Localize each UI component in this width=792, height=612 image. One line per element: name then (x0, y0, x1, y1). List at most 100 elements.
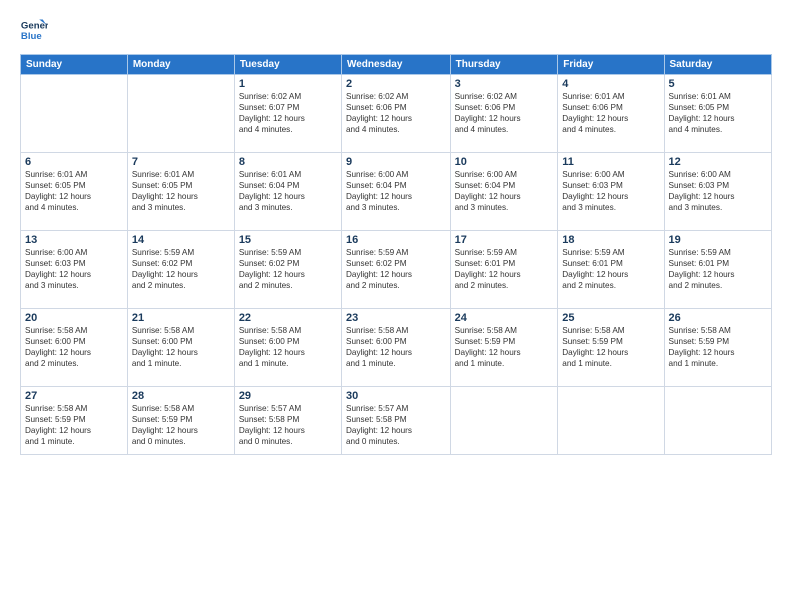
week-row-4: 20Sunrise: 5:58 AMSunset: 6:00 PMDayligh… (21, 309, 772, 387)
day-info: Sunrise: 5:58 AMSunset: 6:00 PMDaylight:… (239, 325, 337, 369)
header: General Blue (20, 16, 772, 44)
calendar-cell (127, 75, 234, 153)
day-number: 22 (239, 312, 337, 324)
page: General Blue SundayMondayTuesdayWednesda… (0, 0, 792, 612)
header-day-saturday: Saturday (664, 55, 771, 75)
day-info: Sunrise: 6:01 AMSunset: 6:06 PMDaylight:… (562, 91, 659, 135)
day-info: Sunrise: 5:59 AMSunset: 6:02 PMDaylight:… (346, 247, 446, 291)
day-info: Sunrise: 6:01 AMSunset: 6:05 PMDaylight:… (25, 169, 123, 213)
day-info: Sunrise: 6:00 AMSunset: 6:03 PMDaylight:… (25, 247, 123, 291)
calendar-cell: 24Sunrise: 5:58 AMSunset: 5:59 PMDayligh… (450, 309, 558, 387)
calendar-cell: 3Sunrise: 6:02 AMSunset: 6:06 PMDaylight… (450, 75, 558, 153)
day-info: Sunrise: 6:00 AMSunset: 6:04 PMDaylight:… (346, 169, 446, 213)
day-number: 24 (455, 312, 554, 324)
calendar-cell: 12Sunrise: 6:00 AMSunset: 6:03 PMDayligh… (664, 153, 771, 231)
day-number: 27 (25, 390, 123, 402)
calendar-cell: 1Sunrise: 6:02 AMSunset: 6:07 PMDaylight… (234, 75, 341, 153)
day-info: Sunrise: 6:01 AMSunset: 6:05 PMDaylight:… (132, 169, 230, 213)
day-number: 30 (346, 390, 446, 402)
day-info: Sunrise: 6:00 AMSunset: 6:04 PMDaylight:… (455, 169, 554, 213)
day-number: 29 (239, 390, 337, 402)
calendar-cell: 30Sunrise: 5:57 AMSunset: 5:58 PMDayligh… (341, 387, 450, 455)
day-info: Sunrise: 5:58 AMSunset: 5:59 PMDaylight:… (562, 325, 659, 369)
day-info: Sunrise: 5:57 AMSunset: 5:58 PMDaylight:… (239, 403, 337, 447)
day-info: Sunrise: 5:57 AMSunset: 5:58 PMDaylight:… (346, 403, 446, 447)
day-info: Sunrise: 5:59 AMSunset: 6:02 PMDaylight:… (132, 247, 230, 291)
day-number: 25 (562, 312, 659, 324)
calendar-cell: 25Sunrise: 5:58 AMSunset: 5:59 PMDayligh… (558, 309, 664, 387)
day-info: Sunrise: 5:59 AMSunset: 6:01 PMDaylight:… (669, 247, 767, 291)
day-number: 1 (239, 78, 337, 90)
calendar-cell: 29Sunrise: 5:57 AMSunset: 5:58 PMDayligh… (234, 387, 341, 455)
calendar-cell: 16Sunrise: 5:59 AMSunset: 6:02 PMDayligh… (341, 231, 450, 309)
header-day-sunday: Sunday (21, 55, 128, 75)
calendar-cell: 2Sunrise: 6:02 AMSunset: 6:06 PMDaylight… (341, 75, 450, 153)
day-number: 10 (455, 156, 554, 168)
svg-text:Blue: Blue (21, 31, 42, 42)
day-number: 3 (455, 78, 554, 90)
day-info: Sunrise: 5:58 AMSunset: 5:59 PMDaylight:… (455, 325, 554, 369)
week-row-2: 6Sunrise: 6:01 AMSunset: 6:05 PMDaylight… (21, 153, 772, 231)
day-info: Sunrise: 6:01 AMSunset: 6:04 PMDaylight:… (239, 169, 337, 213)
calendar-cell: 6Sunrise: 6:01 AMSunset: 6:05 PMDaylight… (21, 153, 128, 231)
day-number: 9 (346, 156, 446, 168)
calendar-cell: 17Sunrise: 5:59 AMSunset: 6:01 PMDayligh… (450, 231, 558, 309)
calendar-cell: 19Sunrise: 5:59 AMSunset: 6:01 PMDayligh… (664, 231, 771, 309)
day-number: 6 (25, 156, 123, 168)
calendar-cell: 18Sunrise: 5:59 AMSunset: 6:01 PMDayligh… (558, 231, 664, 309)
calendar-cell: 8Sunrise: 6:01 AMSunset: 6:04 PMDaylight… (234, 153, 341, 231)
day-info: Sunrise: 5:58 AMSunset: 6:00 PMDaylight:… (346, 325, 446, 369)
logo: General Blue (20, 16, 52, 44)
calendar-cell: 7Sunrise: 6:01 AMSunset: 6:05 PMDaylight… (127, 153, 234, 231)
day-number: 23 (346, 312, 446, 324)
week-row-1: 1Sunrise: 6:02 AMSunset: 6:07 PMDaylight… (21, 75, 772, 153)
calendar-cell (450, 387, 558, 455)
calendar-cell (21, 75, 128, 153)
day-number: 14 (132, 234, 230, 246)
calendar-cell: 15Sunrise: 5:59 AMSunset: 6:02 PMDayligh… (234, 231, 341, 309)
calendar-cell: 28Sunrise: 5:58 AMSunset: 5:59 PMDayligh… (127, 387, 234, 455)
day-info: Sunrise: 6:02 AMSunset: 6:06 PMDaylight:… (346, 91, 446, 135)
header-day-wednesday: Wednesday (341, 55, 450, 75)
day-info: Sunrise: 5:59 AMSunset: 6:01 PMDaylight:… (455, 247, 554, 291)
day-number: 17 (455, 234, 554, 246)
day-number: 18 (562, 234, 659, 246)
calendar-cell: 23Sunrise: 5:58 AMSunset: 6:00 PMDayligh… (341, 309, 450, 387)
day-info: Sunrise: 6:01 AMSunset: 6:05 PMDaylight:… (669, 91, 767, 135)
calendar-cell: 22Sunrise: 5:58 AMSunset: 6:00 PMDayligh… (234, 309, 341, 387)
day-info: Sunrise: 6:00 AMSunset: 6:03 PMDaylight:… (562, 169, 659, 213)
day-info: Sunrise: 5:58 AMSunset: 5:59 PMDaylight:… (132, 403, 230, 447)
calendar-cell: 4Sunrise: 6:01 AMSunset: 6:06 PMDaylight… (558, 75, 664, 153)
day-info: Sunrise: 5:59 AMSunset: 6:01 PMDaylight:… (562, 247, 659, 291)
day-number: 4 (562, 78, 659, 90)
logo-icon: General Blue (20, 16, 48, 44)
day-number: 5 (669, 78, 767, 90)
day-info: Sunrise: 6:00 AMSunset: 6:03 PMDaylight:… (669, 169, 767, 213)
calendar-cell: 5Sunrise: 6:01 AMSunset: 6:05 PMDaylight… (664, 75, 771, 153)
day-info: Sunrise: 5:58 AMSunset: 6:00 PMDaylight:… (25, 325, 123, 369)
day-number: 13 (25, 234, 123, 246)
day-info: Sunrise: 6:02 AMSunset: 6:07 PMDaylight:… (239, 91, 337, 135)
week-row-3: 13Sunrise: 6:00 AMSunset: 6:03 PMDayligh… (21, 231, 772, 309)
header-day-tuesday: Tuesday (234, 55, 341, 75)
day-number: 19 (669, 234, 767, 246)
day-number: 8 (239, 156, 337, 168)
calendar-cell: 11Sunrise: 6:00 AMSunset: 6:03 PMDayligh… (558, 153, 664, 231)
calendar-cell: 9Sunrise: 6:00 AMSunset: 6:04 PMDaylight… (341, 153, 450, 231)
day-number: 28 (132, 390, 230, 402)
day-info: Sunrise: 5:58 AMSunset: 6:00 PMDaylight:… (132, 325, 230, 369)
header-day-thursday: Thursday (450, 55, 558, 75)
calendar-cell (558, 387, 664, 455)
day-number: 20 (25, 312, 123, 324)
day-number: 15 (239, 234, 337, 246)
calendar-cell: 26Sunrise: 5:58 AMSunset: 5:59 PMDayligh… (664, 309, 771, 387)
day-number: 2 (346, 78, 446, 90)
calendar-cell: 10Sunrise: 6:00 AMSunset: 6:04 PMDayligh… (450, 153, 558, 231)
calendar-table: SundayMondayTuesdayWednesdayThursdayFrid… (20, 54, 772, 455)
day-info: Sunrise: 5:58 AMSunset: 5:59 PMDaylight:… (669, 325, 767, 369)
day-number: 7 (132, 156, 230, 168)
calendar-cell (664, 387, 771, 455)
day-info: Sunrise: 6:02 AMSunset: 6:06 PMDaylight:… (455, 91, 554, 135)
header-day-monday: Monday (127, 55, 234, 75)
calendar-cell: 13Sunrise: 6:00 AMSunset: 6:03 PMDayligh… (21, 231, 128, 309)
